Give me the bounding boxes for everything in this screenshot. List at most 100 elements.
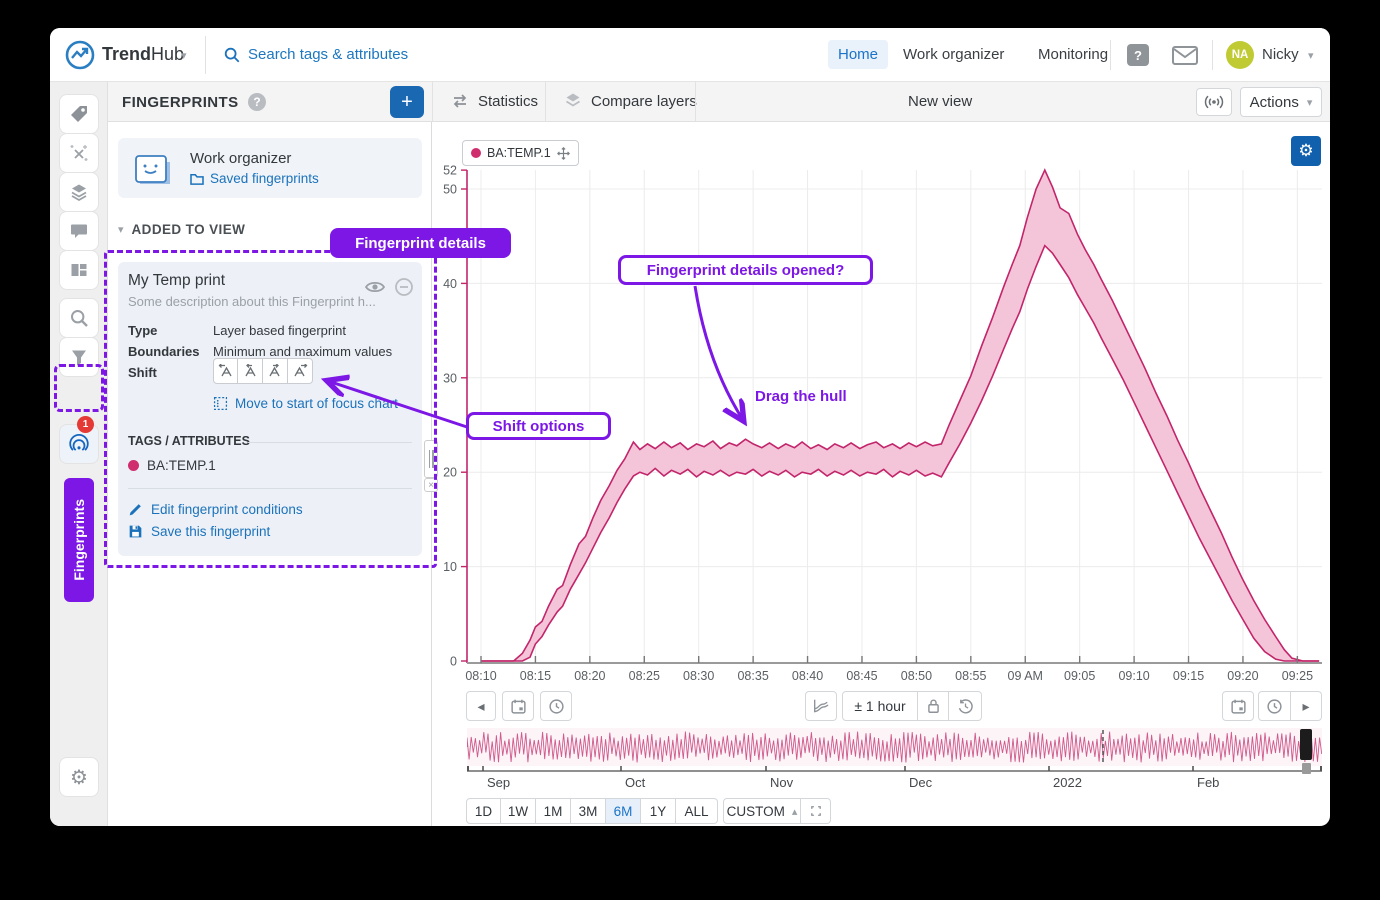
x-tick-label: 08:30 <box>683 669 714 683</box>
context-scrubber-handle[interactable] <box>1300 729 1312 760</box>
start-time-button[interactable] <box>540 691 572 721</box>
annotation-details-badge: Fingerprint details <box>330 228 511 258</box>
duration-button[interactable]: ± 1 hour <box>842 691 918 721</box>
navbar-divider <box>1212 40 1213 70</box>
nav-tab-home[interactable]: Home <box>828 40 888 69</box>
filter-panel-button[interactable] <box>59 337 99 377</box>
panel-collapse-button[interactable]: × <box>424 478 438 492</box>
saved-fingerprints-link[interactable]: Saved fingerprints <box>190 171 319 186</box>
added-to-view-header[interactable]: ▾ ADDED TO VIEW <box>118 222 245 237</box>
fingerprints-tab[interactable]: Fingerprints <box>64 478 94 602</box>
shift-right-button[interactable] <box>263 358 288 384</box>
preset-6m[interactable]: 6M <box>606 798 641 824</box>
pan-right-button[interactable]: ▸ <box>1291 691 1322 721</box>
panel-resize-handle[interactable] <box>424 440 438 478</box>
magic-wand-icon <box>69 143 89 163</box>
nav-tab-monitoring[interactable]: Monitoring <box>1028 40 1118 69</box>
shift-button-group <box>213 358 313 384</box>
settings-button[interactable]: ⚙ <box>59 757 99 797</box>
chevron-right-icon: ▸ <box>1302 698 1309 715</box>
help-icon[interactable]: ? <box>1127 44 1149 66</box>
compare-layers-icon <box>563 91 583 111</box>
collapse-chevron-icon: ▾ <box>118 223 124 236</box>
tag-name: BA:TEMP.1 <box>147 458 216 473</box>
edit-fingerprint-link[interactable]: Edit fingerprint conditions <box>128 502 303 517</box>
annotation-question-box: Fingerprint details opened? <box>618 255 873 285</box>
series-color-dot <box>471 148 481 158</box>
preset-3m[interactable]: 3M <box>571 798 606 824</box>
left-icon-rail: 1 Fingerprints ⚙ <box>50 82 108 826</box>
statistics-label: Statistics <box>478 93 538 110</box>
preset-1w[interactable]: 1W <box>501 798 536 824</box>
brand-bold: Trend <box>102 44 151 64</box>
type-value: Layer based fingerprint <box>213 323 346 338</box>
fingerprints-tab-label: Fingerprints <box>71 499 87 581</box>
trendhub-logo-icon <box>64 39 96 71</box>
move-cross-icon[interactable] <box>557 147 570 160</box>
panel-help-icon[interactable]: ? <box>248 93 266 111</box>
expand-range-button[interactable] <box>801 798 831 824</box>
y-tick-label: 30 <box>443 371 457 385</box>
mail-icon[interactable] <box>1172 46 1198 65</box>
context-scrubber-grip[interactable] <box>1302 763 1311 774</box>
work-organizer-card[interactable]: Work organizer Saved fingerprints <box>118 138 422 198</box>
series-chip-label: BA:TEMP.1 <box>487 146 551 160</box>
pan-left-button[interactable]: ◂ <box>466 691 496 721</box>
dashboard-panel-button[interactable] <box>59 250 99 290</box>
context-chart[interactable] <box>467 728 1322 766</box>
actions-button[interactable]: Actions ▾ <box>1240 87 1322 117</box>
y-tick-label: 50 <box>443 183 457 197</box>
shift-far-left-button[interactable] <box>213 358 238 384</box>
fingerprint-description: Some description about this Fingerprint … <box>128 294 396 309</box>
boundaries-label: Boundaries <box>128 344 200 359</box>
avatar[interactable]: NA <box>1226 41 1254 69</box>
brand-chevron-down-icon[interactable]: ▾ <box>181 49 187 62</box>
focus-chart[interactable]: 010203040505208:1008:1508:2008:2508:3008… <box>432 122 1330 684</box>
custom-range-button[interactable]: CUSTOM ▴ <box>723 798 801 824</box>
nav-tab-work-organizer[interactable]: Work organizer <box>893 40 1014 69</box>
user-chevron-down-icon[interactable]: ▾ <box>1308 49 1314 62</box>
x-tick-label: 09:25 <box>1282 669 1313 683</box>
end-calendar-button[interactable] <box>1222 691 1254 721</box>
compare-trends-button[interactable] <box>805 691 837 721</box>
chart-settings-button[interactable]: ⚙ <box>1291 136 1321 166</box>
history-button[interactable] <box>949 691 982 721</box>
end-time-button[interactable] <box>1258 691 1291 721</box>
comments-panel-button[interactable] <box>59 211 99 251</box>
remove-minus-icon[interactable] <box>394 277 414 297</box>
fingerprint-card: My Temp print Some description about thi… <box>118 262 422 556</box>
start-calendar-button[interactable] <box>502 691 534 721</box>
search-input[interactable]: Search tags & attributes <box>248 46 408 63</box>
shift-left-button[interactable] <box>238 358 263 384</box>
shift-far-right-button[interactable] <box>288 358 313 384</box>
x-tick-label: 08:35 <box>737 669 768 683</box>
add-fingerprint-button[interactable]: + <box>390 86 424 118</box>
gear-icon: ⚙ <box>70 765 88 790</box>
fingerprint-name: My Temp print <box>128 272 225 290</box>
actions-label: Actions <box>1250 94 1299 111</box>
broadcast-button[interactable] <box>1196 88 1232 116</box>
y-tick-label: 20 <box>443 466 457 480</box>
navbar-divider <box>205 36 206 74</box>
preset-1m[interactable]: 1M <box>536 798 571 824</box>
tag-row[interactable]: BA:TEMP.1 <box>128 458 216 473</box>
move-to-start-link[interactable]: Move to start of focus chart <box>213 396 398 411</box>
preset-all[interactable]: ALL <box>676 798 718 824</box>
funnel-icon <box>69 347 89 367</box>
x-tick-label: 08:45 <box>846 669 877 683</box>
preset-1d[interactable]: 1D <box>466 798 501 824</box>
search-panel-button[interactable] <box>59 298 99 338</box>
series-chip[interactable]: BA:TEMP.1 <box>462 140 579 166</box>
statistics-button[interactable]: Statistics <box>450 91 538 111</box>
save-fingerprint-link[interactable]: Save this fingerprint <box>128 524 270 539</box>
tags-panel-button[interactable] <box>59 94 99 134</box>
preset-1y[interactable]: 1Y <box>641 798 676 824</box>
lock-duration-button[interactable] <box>918 691 949 721</box>
visibility-eye-icon[interactable] <box>364 278 386 296</box>
navbar-divider <box>1110 40 1111 70</box>
layers-panel-button[interactable] <box>59 172 99 212</box>
compare-layers-button[interactable]: Compare layers <box>563 91 697 111</box>
tag-builder-button[interactable] <box>59 133 99 173</box>
user-name[interactable]: Nicky <box>1262 46 1299 63</box>
x-tick-label: 08:10 <box>465 669 496 683</box>
